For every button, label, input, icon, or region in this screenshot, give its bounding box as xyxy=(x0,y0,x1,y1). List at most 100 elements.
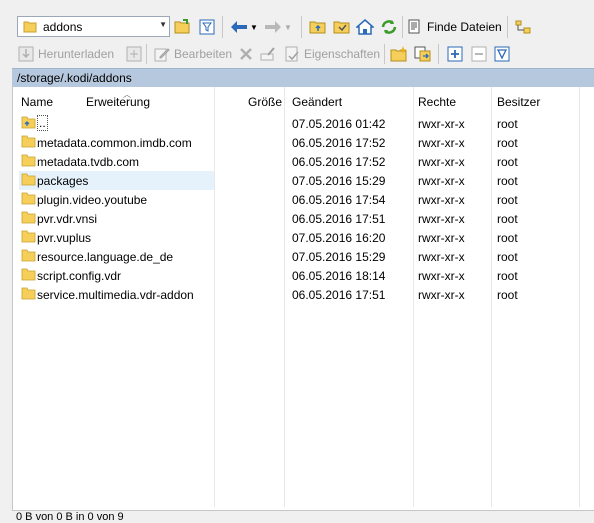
column-header-rights[interactable]: Rechte xyxy=(418,95,456,109)
file-manager-window: addons ▼ ▼ ▼ Finde Dateien Herunterladen… xyxy=(0,0,594,523)
new-folder-button[interactable] xyxy=(390,44,408,64)
open-folder-icon xyxy=(174,19,190,34)
column-header-size[interactable]: Größe xyxy=(248,95,282,109)
toolbar-separator xyxy=(402,16,403,38)
file-rights: rwxr-xr-x xyxy=(418,231,465,245)
properties-label: Eigenschaften xyxy=(304,47,381,61)
deselect-button[interactable] xyxy=(471,44,487,64)
column-header-owner[interactable]: Besitzer xyxy=(497,95,540,109)
chevron-down-icon: ▼ xyxy=(250,22,258,32)
toolbar-separator xyxy=(222,16,223,38)
file-list[interactable]: ︿ Name Erweiterung Größe Geändert Rechte… xyxy=(12,87,594,511)
rename-icon xyxy=(260,47,275,61)
back-button[interactable] xyxy=(229,17,249,37)
toolbar-separator xyxy=(438,44,439,64)
copy-button[interactable] xyxy=(414,44,432,64)
location-combobox[interactable]: addons ▼ xyxy=(17,16,170,37)
find-files-button[interactable]: Finde Dateien xyxy=(407,17,502,37)
file-name: service.multimedia.vdr-addon xyxy=(37,288,194,302)
root-folder-button[interactable] xyxy=(332,17,352,37)
file-owner: root xyxy=(497,193,518,207)
folder-icon xyxy=(21,192,36,205)
file-owner: root xyxy=(497,155,518,169)
table-row[interactable]: .. 07.05.2016 01:42 rwxr-xr-x root xyxy=(13,114,583,133)
path-bar[interactable]: /storage/.kodi/addons xyxy=(12,68,594,87)
file-changed: 06.05.2016 17:54 xyxy=(292,193,386,207)
file-name: packages xyxy=(37,174,89,188)
file-name: metadata.common.imdb.com xyxy=(37,136,192,150)
find-files-icon xyxy=(408,19,420,34)
folder-icon xyxy=(21,154,36,167)
file-changed: 07.05.2016 15:29 xyxy=(292,250,386,264)
file-owner: root xyxy=(497,136,518,150)
funnel-icon xyxy=(494,46,510,62)
table-row[interactable]: packages 07.05.2016 15:29 rwxr-xr-x root xyxy=(13,171,583,190)
file-changed: 06.05.2016 17:51 xyxy=(292,212,386,226)
filter-button[interactable] xyxy=(197,17,217,37)
file-owner: root xyxy=(497,117,518,131)
file-name: plugin.video.youtube xyxy=(37,193,148,207)
table-row[interactable]: plugin.video.youtube 06.05.2016 17:54 rwxr… xyxy=(13,190,583,209)
table-row[interactable]: pvr.vuplus 07.05.2016 16:20 rwxr-xr-x root xyxy=(13,228,583,247)
column-header-extension[interactable]: Erweiterung xyxy=(86,95,150,109)
download-button[interactable]: Herunterladen xyxy=(18,44,114,64)
properties-icon xyxy=(285,46,299,62)
location-value: addons xyxy=(43,19,83,34)
file-name: script.config.vdr xyxy=(37,269,122,283)
file-name: metadata.tvdb.com xyxy=(37,155,140,169)
plus-icon xyxy=(447,46,463,62)
edit-button[interactable]: Bearbeiten xyxy=(154,44,232,64)
select-all-button[interactable] xyxy=(447,44,463,64)
back-dropdown[interactable]: ▼ xyxy=(249,17,259,37)
folder-icon xyxy=(21,268,36,281)
toolbar-separator xyxy=(384,44,385,64)
properties-button[interactable]: Eigenschaften xyxy=(284,44,380,64)
file-changed: 07.05.2016 15:29 xyxy=(292,174,386,188)
folder-icon xyxy=(21,230,36,243)
forward-button[interactable] xyxy=(263,17,283,37)
folder-icon xyxy=(21,135,36,148)
file-owner: root xyxy=(497,231,518,245)
file-rights: rwxr-xr-x xyxy=(418,155,465,169)
home-button[interactable] xyxy=(355,17,375,37)
parent-folder-icon xyxy=(21,116,36,129)
file-rights: rwxr-xr-x xyxy=(418,174,465,188)
folder-icon xyxy=(21,211,36,224)
new-folder-icon xyxy=(390,46,407,62)
folder-icon xyxy=(21,173,36,186)
table-row[interactable]: service.multimedia.vdr-addon 06.05.2016 1… xyxy=(13,285,583,304)
table-row[interactable]: pvr.vdr.vnsi 06.05.2016 17:51 rwxr-xr-x roo… xyxy=(13,209,583,228)
parent-folder-icon xyxy=(309,21,326,34)
rename-button[interactable] xyxy=(260,44,276,64)
table-row[interactable]: metadata.common.imdb.com 06.05.2016 17:52… xyxy=(13,133,583,152)
filter-select-button[interactable] xyxy=(494,44,510,64)
file-name: pvr.vdr.vnsi xyxy=(37,212,98,226)
download-options-button[interactable] xyxy=(126,44,142,64)
file-rights: rwxr-xr-x xyxy=(418,269,465,283)
table-row[interactable]: resource.language.de_de 07.05.2016 15:29 r… xyxy=(13,247,583,266)
file-name: resource.language.de_de xyxy=(37,250,174,264)
minus-icon xyxy=(471,46,487,62)
chevron-down-icon[interactable]: ▼ xyxy=(159,20,167,29)
status-text: 0 B von 0 B in 0 von 9 xyxy=(16,511,124,523)
download-options-icon xyxy=(126,46,142,62)
action-toolbar: Herunterladen Bearbeiten Eigenschaften xyxy=(0,42,594,66)
open-folder-button[interactable] xyxy=(173,17,193,37)
tree-view-icon xyxy=(515,20,531,34)
file-rights: rwxr-xr-x xyxy=(418,212,465,226)
forward-dropdown[interactable]: ▼ xyxy=(283,17,293,37)
column-header-name[interactable]: Name xyxy=(21,95,53,109)
file-rights: rwxr-xr-x xyxy=(418,117,465,131)
tree-view-button[interactable] xyxy=(513,17,533,37)
chevron-down-icon: ▼ xyxy=(284,22,292,32)
table-row[interactable]: script.config.vdr 06.05.2016 18:14 rwxr-xr… xyxy=(13,266,583,285)
folder-icon xyxy=(23,21,37,33)
table-row[interactable]: metadata.tvdb.com 06.05.2016 17:52 rwxr-xr… xyxy=(13,152,583,171)
folder-icon xyxy=(21,287,36,300)
refresh-button[interactable] xyxy=(379,17,399,37)
delete-button[interactable] xyxy=(238,44,254,64)
file-rights: rwxr-xr-x xyxy=(418,193,465,207)
column-header-changed[interactable]: Geändert xyxy=(292,95,342,109)
parent-folder-button[interactable] xyxy=(308,17,328,37)
edit-label: Bearbeiten xyxy=(174,47,233,61)
